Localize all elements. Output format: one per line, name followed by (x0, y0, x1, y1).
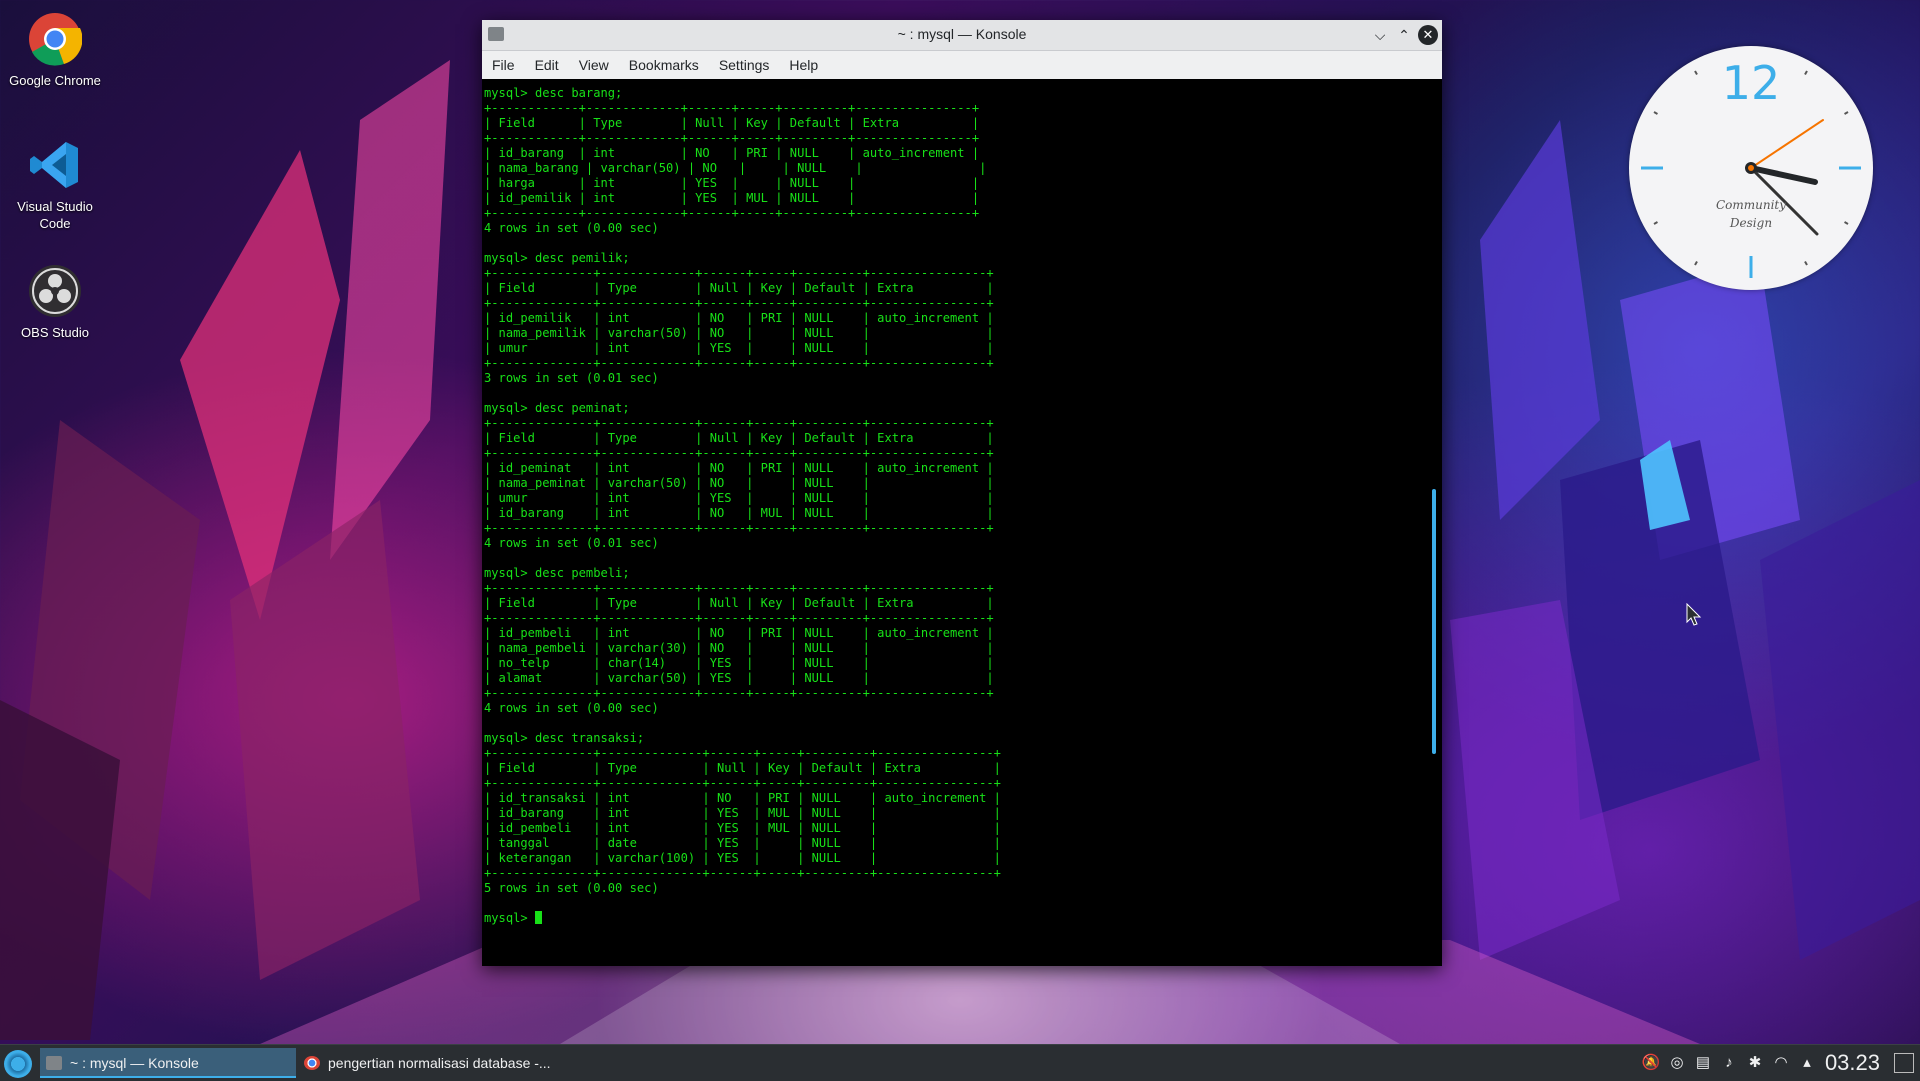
volume-icon[interactable]: ♪ (1718, 1045, 1740, 1081)
terminal-output: mysql> desc barang; +------------+------… (483, 86, 1001, 926)
desktop-icon-obs[interactable]: OBS Studio (0, 264, 110, 341)
wifi-icon[interactable]: ◠ (1770, 1045, 1792, 1081)
bluetooth-icon[interactable]: ✱ (1744, 1045, 1766, 1081)
vscode-icon (28, 138, 82, 192)
desktop-icon-label: Visual Studio Code (17, 199, 93, 231)
close-icon: ✕ (1422, 27, 1434, 42)
terminal-icon (46, 1056, 62, 1070)
window-titlebar[interactable]: ~ : mysql — Konsole ⌵ ⌃ ✕ (482, 20, 1442, 51)
menu-settings[interactable]: Settings (709, 51, 780, 79)
show-desktop-button[interactable] (1894, 1053, 1914, 1073)
chrome-icon (304, 1056, 320, 1070)
task-label: pengertian normalisasi database -... (328, 1055, 551, 1071)
task-konsole[interactable]: ~ : mysql — Konsole (40, 1048, 296, 1078)
terminal-cursor (534, 911, 542, 924)
terminal-prompt: mysql> (484, 911, 535, 925)
menu-bookmarks[interactable]: Bookmarks (619, 51, 709, 79)
chrome-tray-icon[interactable]: ◎ (1666, 1045, 1688, 1081)
maximize-button[interactable]: ⌃ (1394, 25, 1414, 45)
obs-icon (28, 264, 82, 318)
chevron-up-icon: ⌃ (1398, 27, 1410, 43)
taskbar-clock[interactable]: 03.23 (1825, 1045, 1880, 1081)
menu-file[interactable]: File (482, 51, 525, 79)
task-chrome[interactable]: pengertian normalisasi database -... (298, 1048, 560, 1078)
menu-view[interactable]: View (569, 51, 619, 79)
application-launcher-icon[interactable] (4, 1050, 32, 1078)
desktop-icon-chrome[interactable]: Google Chrome (0, 12, 110, 89)
terminal-scrollbar[interactable] (1432, 489, 1436, 754)
terminal-history: mysql> desc barang; +------------+------… (484, 86, 1001, 895)
terminal-area[interactable]: mysql> desc barang; +------------+------… (482, 79, 1442, 966)
clock-brand: Community Design (1629, 196, 1873, 232)
menu-edit[interactable]: Edit (525, 51, 569, 79)
desktop-icon-label: Google Chrome (9, 73, 101, 88)
analog-clock-widget[interactable]: 12 Community Design (1629, 46, 1873, 290)
desktop-icon-label: OBS Studio (21, 325, 89, 340)
task-label: ~ : mysql — Konsole (70, 1055, 199, 1071)
menubar: File Edit View Bookmarks Settings Help (482, 51, 1442, 80)
taskbar: ~ : mysql — Konsole pengertian normalisa… (0, 1044, 1920, 1081)
chevron-down-icon: ⌵ (1374, 27, 1386, 43)
minimize-button[interactable]: ⌵ (1370, 25, 1390, 45)
menu-help[interactable]: Help (779, 51, 828, 79)
close-button[interactable]: ✕ (1418, 25, 1438, 45)
desktop-icon-vscode[interactable]: Visual Studio Code (0, 138, 110, 232)
clipboard-icon[interactable]: ▤ (1692, 1045, 1714, 1081)
clock-brand-line1: Community (1715, 198, 1787, 212)
window-title: ~ : mysql — Konsole (897, 26, 1027, 42)
mouse-pointer-icon (1686, 603, 1702, 626)
clock-twelve: 12 (1721, 56, 1781, 110)
konsole-window[interactable]: ~ : mysql — Konsole ⌵ ⌃ ✕ File Edit View Bo… (482, 20, 1442, 966)
clock-brand-line2: Design (1729, 216, 1773, 230)
chrome-icon (28, 12, 83, 66)
notifications-off-icon[interactable]: 🔕 (1640, 1045, 1662, 1081)
expand-tray-icon[interactable]: ▴ (1796, 1045, 1818, 1081)
